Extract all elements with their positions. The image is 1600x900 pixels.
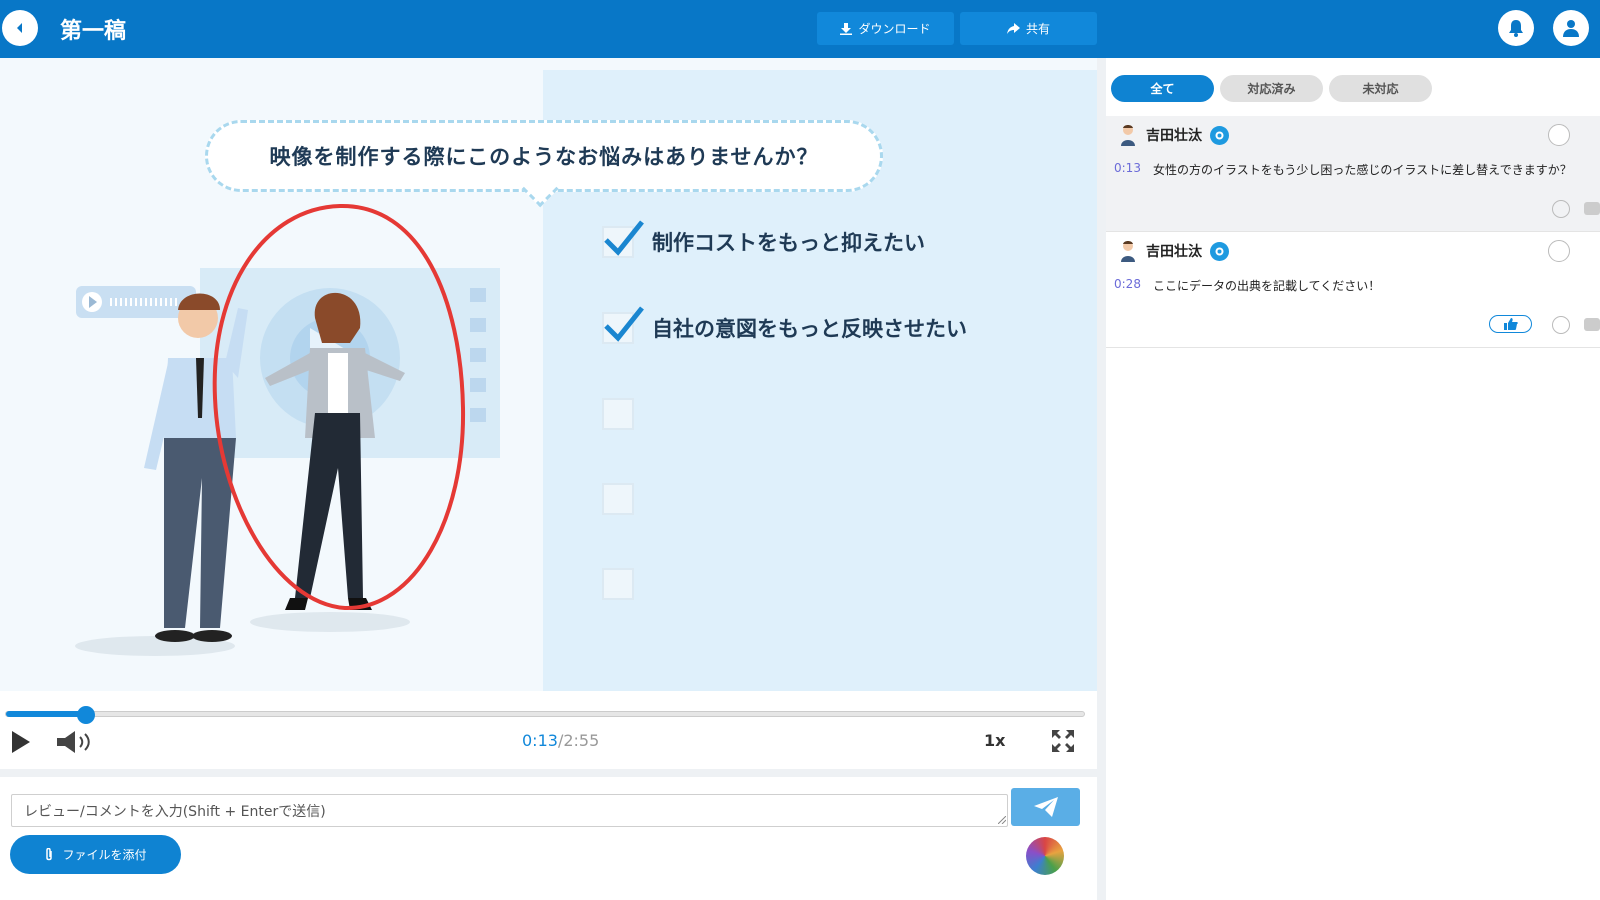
- thumbs-up-icon: [1503, 318, 1518, 330]
- checkmark-icon: [604, 306, 644, 342]
- timecode: 0:13/2:55: [522, 731, 599, 750]
- filter-tab-unresolved[interactable]: 未対応: [1329, 75, 1432, 102]
- paperclip-icon: [46, 847, 53, 860]
- attach-file-button[interactable]: ファイルを添付: [10, 835, 181, 874]
- comment-author-name: 吉田壮汰: [1146, 244, 1202, 260]
- seek-bar-fill: [6, 711, 86, 717]
- comment-author: 吉田壮汰: [1118, 240, 1229, 262]
- verified-badge-icon: [1210, 241, 1229, 261]
- video-frame[interactable]: 映像を制作する際にこのようなお悩みはありませんか？ 制作コストをもっと抑えたい …: [0, 58, 1097, 691]
- resolve-toggle[interactable]: [1548, 124, 1570, 146]
- seek-bar-handle[interactable]: [76, 706, 95, 724]
- comment-timestamp-link[interactable]: 0:13: [1114, 161, 1141, 178]
- comment-item[interactable]: 吉田壮汰 0:13 女性の方のイラストをもう少し困った感じのイラストに差し替えで…: [1106, 116, 1600, 232]
- checkbox-empty: [602, 398, 634, 430]
- resize-handle-icon[interactable]: [998, 816, 1006, 824]
- comments-sidebar: 全て 対応済み 未対応 吉田壮汰 0:13 女性の方のイラストをもう少し困った感…: [1106, 58, 1600, 900]
- attach-file-label: ファイルを添付: [62, 848, 147, 862]
- resolve-toggle[interactable]: [1548, 240, 1570, 262]
- color-picker[interactable]: [1026, 837, 1064, 875]
- comment-text: 女性の方のイラストをもう少し困った感じのイラストに差し替えできますか？: [1152, 163, 1572, 177]
- checklist-item: 制作コストをもっと抑えたい: [602, 220, 925, 258]
- emoji-reaction-icon[interactable]: [1552, 200, 1570, 218]
- download-button-label: ダウンロード: [858, 22, 931, 36]
- checkbox-checked: [602, 220, 644, 258]
- checklist-item: [602, 483, 634, 515]
- comment-composer: レビュー/コメントを入力(Shift + Enterで送信) ファイルを添付: [0, 769, 1097, 900]
- checklist-item: [602, 568, 634, 600]
- current-time: 0:13: [522, 731, 558, 750]
- checkbox-empty: [602, 568, 634, 600]
- comment-input[interactable]: レビュー/コメントを入力(Shift + Enterで送信): [11, 794, 1008, 827]
- download-button[interactable]: ダウンロード: [817, 12, 954, 45]
- user-icon: [1563, 20, 1579, 37]
- checklist-text: 制作コストをもっと抑えたい: [652, 231, 925, 255]
- checklist-item: 自社の意図をもっと反映させたい: [602, 306, 967, 344]
- paper-plane-icon: [1033, 797, 1058, 817]
- comment-timestamp-link[interactable]: 0:28: [1114, 277, 1141, 294]
- comment-body: 0:28 ここにデータの出典を記載してください！: [1114, 277, 1380, 294]
- top-header: 第一稿 ダウンロード 共有: [0, 0, 1600, 58]
- user-menu-button[interactable]: [1553, 10, 1589, 46]
- comment-author-name: 吉田壮汰: [1146, 128, 1202, 144]
- reply-icon[interactable]: [1584, 318, 1600, 331]
- verified-badge-icon: [1210, 125, 1229, 145]
- checkbox-checked: [602, 306, 644, 344]
- emoji-reaction-icon[interactable]: [1552, 316, 1570, 334]
- filter-tab-resolved[interactable]: 対応済み: [1220, 75, 1323, 102]
- volume-icon[interactable]: [57, 731, 95, 753]
- notification-button[interactable]: [1498, 10, 1534, 46]
- checklist-text: 自社の意図をもっと反映させたい: [652, 317, 967, 341]
- player-controls: 0:13/2:55 1x: [0, 691, 1097, 769]
- checkmark-icon: [604, 220, 644, 256]
- share-button[interactable]: 共有: [960, 12, 1097, 45]
- send-button[interactable]: [1011, 788, 1080, 826]
- download-icon: [840, 22, 853, 35]
- share-icon: [1006, 22, 1020, 34]
- like-button[interactable]: [1489, 315, 1532, 333]
- share-button-label: 共有: [1025, 22, 1050, 36]
- comment-text: ここにデータの出典を記載してください！: [1152, 279, 1381, 293]
- comment-item[interactable]: 吉田壮汰 0:28 ここにデータの出典を記載してください！: [1106, 232, 1600, 348]
- fullscreen-icon[interactable]: [1052, 730, 1074, 752]
- avatar: [1121, 241, 1135, 262]
- checkbox-empty: [602, 483, 634, 515]
- page-title: 第一稿: [60, 19, 127, 44]
- play-icon[interactable]: [12, 731, 30, 753]
- comment-author: 吉田壮汰: [1118, 124, 1229, 146]
- total-time: 2:55: [563, 731, 600, 750]
- chevron-left-icon: [17, 23, 22, 33]
- comment-body: 0:13 女性の方のイラストをもう少し困った感じのイラストに差し替えできますか？: [1114, 161, 1572, 178]
- bell-icon: [1509, 20, 1523, 37]
- playback-speed-button[interactable]: 1x: [984, 731, 1005, 750]
- avatar: [1121, 125, 1135, 146]
- checklist-item: [602, 398, 634, 430]
- seek-bar[interactable]: [5, 706, 1085, 724]
- back-button[interactable]: [2, 10, 38, 46]
- filter-tab-all[interactable]: 全て: [1111, 75, 1214, 102]
- reply-icon[interactable]: [1584, 202, 1600, 215]
- annotation-ellipse[interactable]: [205, 198, 475, 618]
